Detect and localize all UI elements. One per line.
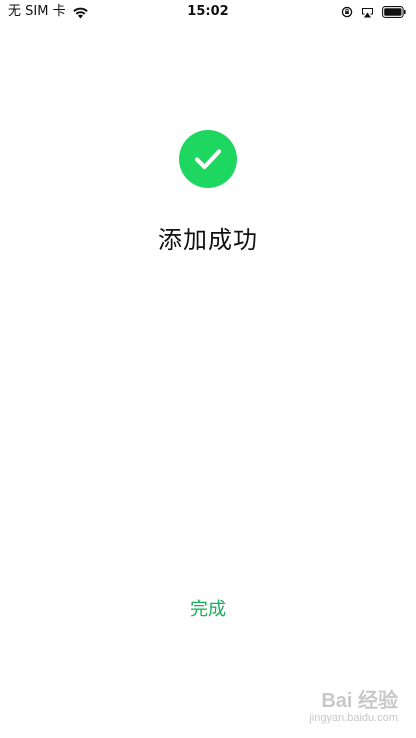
watermark-brand: Bai 经验 — [321, 690, 398, 712]
checkmark-icon — [179, 130, 237, 188]
status-bar: 无 SIM 卡 15:02 — [0, 0, 416, 24]
status-right — [341, 0, 406, 24]
done-button[interactable]: 完成 — [158, 592, 258, 628]
lock-rotation-icon — [341, 6, 353, 18]
battery-icon — [382, 6, 406, 18]
success-title: 添加成功 — [158, 226, 258, 254]
baidu-jingyan-watermark: Bai 经验 jingyan.baidu.com — [309, 690, 398, 724]
watermark-url: jingyan.baidu.com — [309, 712, 398, 724]
airplay-icon — [361, 7, 374, 18]
watermark-logo: Bai 经验 — [309, 690, 398, 712]
